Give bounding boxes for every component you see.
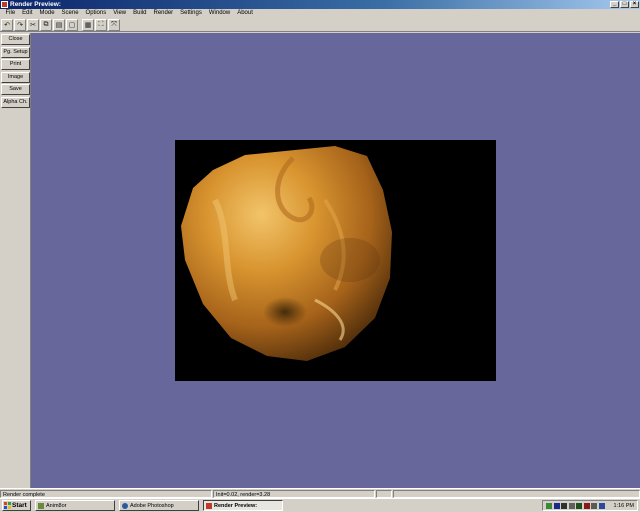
copy-button[interactable]: ⧉ xyxy=(40,18,52,31)
rendered-image xyxy=(175,140,496,381)
render-sidebar: Close Pg. Setup Print Image Save Alpha C… xyxy=(0,33,31,488)
taskbar: Start Anim8or Adobe Photoshop Render Pre… xyxy=(0,498,640,512)
task-anim8or[interactable]: Anim8or xyxy=(35,500,115,511)
app-icon xyxy=(1,1,8,8)
windows-logo-icon xyxy=(4,502,11,509)
fit-view-icon: ⛶ xyxy=(98,20,104,28)
menu-about[interactable]: About xyxy=(234,9,257,18)
save-button[interactable]: Save xyxy=(1,84,30,95)
redo-button[interactable]: ↷ xyxy=(14,18,26,31)
alpha-channel-button[interactable]: Alpha Ch. xyxy=(1,96,30,108)
anim8or-icon xyxy=(38,502,44,509)
fit-view-button[interactable]: ⛶ xyxy=(95,18,107,31)
system-tray: 1:16 PM xyxy=(542,500,638,511)
render-timing: Init=0.02, render=3.28 xyxy=(213,490,375,498)
display-icon[interactable] xyxy=(576,502,582,509)
close-button[interactable]: × xyxy=(630,1,639,8)
monitor-icon[interactable] xyxy=(553,502,560,509)
menu-build[interactable]: Build xyxy=(130,9,150,18)
status-message: Render complete xyxy=(0,490,212,498)
preview-canvas[interactable] xyxy=(31,33,640,488)
grid-icon: ▦ xyxy=(84,21,92,29)
paste-button[interactable]: ▤ xyxy=(53,18,65,31)
cut-button[interactable]: ✂ xyxy=(27,18,39,31)
redo-icon: ↷ xyxy=(17,21,23,29)
print-button[interactable]: Print xyxy=(1,59,30,70)
menu-edit[interactable]: Edit xyxy=(19,9,36,18)
undo-button[interactable]: ↶ xyxy=(1,18,13,31)
menu-window[interactable]: Window xyxy=(205,9,233,18)
maximize-button[interactable]: □ xyxy=(620,1,629,8)
task-render-preview[interactable]: Render Preview: xyxy=(203,500,283,511)
menu-options[interactable]: Options xyxy=(82,9,110,18)
task-label: Adobe Photoshop xyxy=(130,502,174,509)
image-button[interactable]: Image xyxy=(1,71,30,83)
grid-button[interactable]: ▦ xyxy=(82,18,94,31)
connection-icon[interactable] xyxy=(598,502,605,509)
zoom-icon: ⤧ xyxy=(111,20,117,28)
undo-icon: ↶ xyxy=(4,21,10,29)
volume-icon[interactable] xyxy=(568,502,575,509)
start-label: Start xyxy=(12,502,27,509)
window-title: Render Preview: xyxy=(10,1,61,8)
menu-scene[interactable]: Scene xyxy=(58,9,82,18)
zoom-button[interactable]: ⤧ xyxy=(108,18,120,31)
copy-icon: ⧉ xyxy=(43,20,49,28)
task-label: Render Preview: xyxy=(214,502,258,509)
status-segment-empty xyxy=(376,490,392,498)
delete-button[interactable]: ▢ xyxy=(66,18,78,31)
render-preview-icon xyxy=(206,502,212,509)
toolbar: ↶ ↷ ✂ ⧉ ▤ ▢ ▦ ⛶ ⤧ xyxy=(0,18,640,32)
taskbar-clock[interactable]: 1:16 PM xyxy=(614,503,637,509)
printer-icon[interactable] xyxy=(591,502,597,509)
menubar: File Edit Mode Scene Options View Build … xyxy=(0,9,640,18)
checkmark-icon[interactable] xyxy=(546,502,552,509)
menu-settings[interactable]: Settings xyxy=(177,9,206,18)
status-segment-empty xyxy=(393,490,640,498)
task-photoshop[interactable]: Adobe Photoshop xyxy=(119,500,199,511)
start-button[interactable]: Start xyxy=(2,500,31,511)
paste-icon: ▤ xyxy=(55,21,63,29)
menu-file[interactable]: File xyxy=(2,9,19,18)
antivirus-icon[interactable] xyxy=(583,502,590,509)
close-render-button[interactable]: Close xyxy=(1,34,30,45)
network-icon[interactable] xyxy=(561,502,567,509)
menu-render[interactable]: Render xyxy=(150,9,177,18)
status-bar: Render complete Init=0.02, render=3.28 xyxy=(0,488,640,498)
window-titlebar[interactable]: Render Preview: _ □ × xyxy=(0,0,640,9)
rendered-sphere xyxy=(181,146,392,361)
menu-mode[interactable]: Mode xyxy=(36,9,58,18)
minimize-button[interactable]: _ xyxy=(610,1,619,8)
photoshop-icon xyxy=(122,502,128,509)
task-label: Anim8or xyxy=(46,502,67,509)
cut-icon: ✂ xyxy=(30,21,36,29)
delete-icon: ▢ xyxy=(68,21,76,29)
window-controls: _ □ × xyxy=(610,1,639,8)
page-setup-button[interactable]: Pg. Setup xyxy=(1,46,30,58)
menu-view[interactable]: View xyxy=(110,9,130,18)
